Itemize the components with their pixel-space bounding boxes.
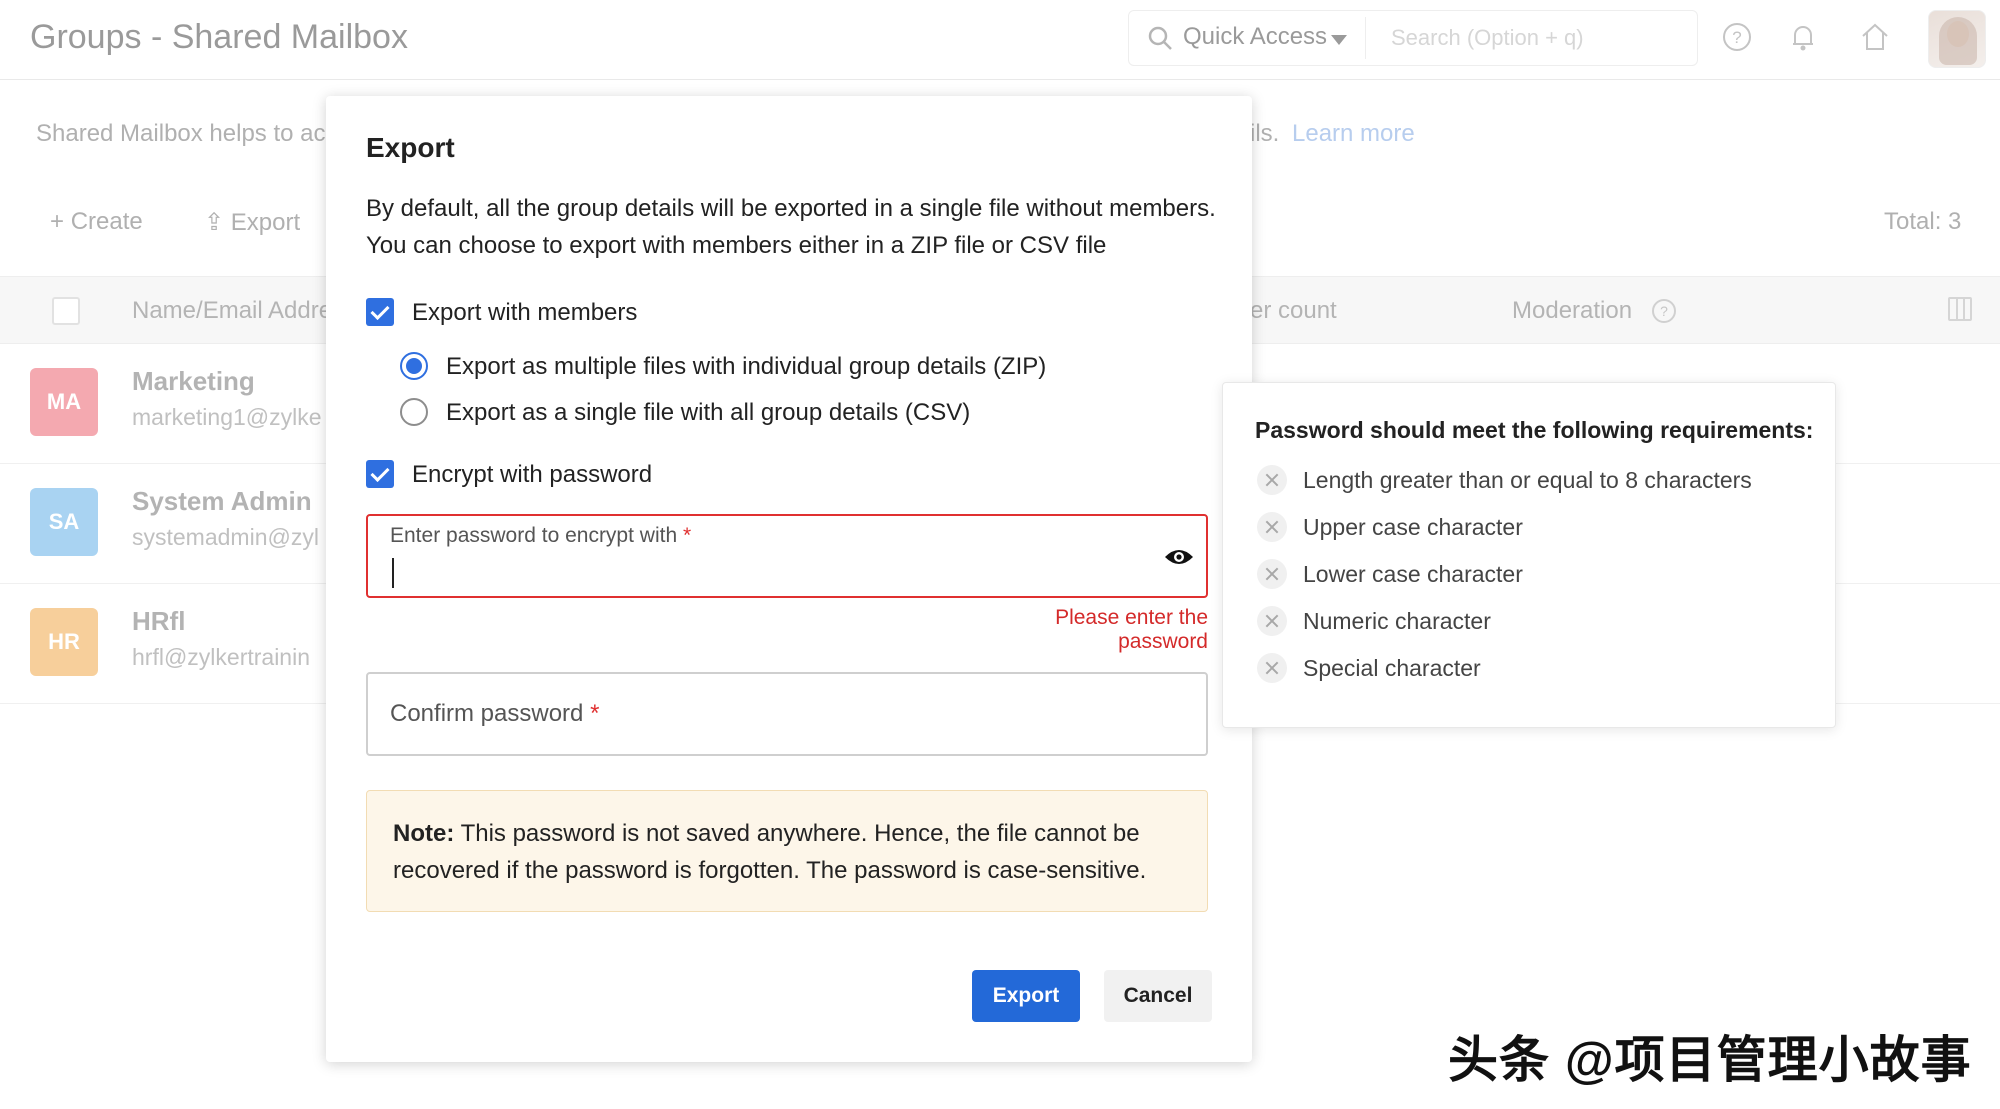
select-all-checkbox[interactable] [52,297,80,325]
dialog-description: By default, all the group details will b… [366,195,1216,259]
close-icon [1257,559,1287,589]
close-icon [1257,606,1287,636]
column-header-member-count[interactable]: er count [1250,297,1337,325]
learn-more-link[interactable]: Learn more [1292,120,1415,148]
group-email: hrfl@zylkertrainin [132,644,311,670]
export-label: Export [230,209,301,236]
avatar-face [1947,21,1969,47]
column-header-moderation[interactable]: Moderation [1512,297,1632,325]
text-cursor [392,558,394,588]
avatar: MA [30,368,98,436]
note-text: This password is not saved anywhere. Hen… [393,820,1147,884]
quick-access-label[interactable]: Quick Access [1183,23,1327,51]
export-with-members-checkbox[interactable] [366,298,394,326]
requirement-item: Lower case character [1257,557,1817,591]
close-icon [1257,512,1287,542]
home-icon[interactable] [1858,20,1892,54]
dialog-title: Export [366,132,455,163]
columns-icon[interactable] [1948,297,1972,321]
required-asterisk: * [682,524,692,547]
encrypt-password-checkbox[interactable] [366,460,394,488]
help-icon[interactable]: ? [1652,299,1676,323]
required-asterisk: * [590,700,600,727]
password-error-message: Please enter the password [1055,606,1208,653]
requirement-item: Special character [1257,651,1817,685]
top-bar: Groups - Shared Mailbox Quick Access Sea… [0,0,2000,80]
requirement-item: Numeric character [1257,604,1817,638]
close-icon [1257,653,1287,683]
upload-icon: ⇪ [204,209,231,236]
csv-option-label[interactable]: Export as a single file with all group d… [446,399,970,427]
group-name[interactable]: HRfl [132,606,185,637]
cancel-button[interactable]: Cancel [1104,970,1212,1022]
quick-access-bar[interactable]: Quick Access Search (Option + q) [1128,10,1698,66]
export-with-members-label[interactable]: Export with members [412,299,637,327]
confirm-password-field[interactable]: Confirm password * [366,672,1208,756]
user-avatar[interactable] [1928,10,1986,68]
eye-icon[interactable] [1164,546,1194,568]
column-header-name[interactable]: Name/Email Addre [132,297,332,325]
export-dialog: Export By default, all the group details… [326,96,1252,1062]
page-title: Groups - Shared Mailbox [30,18,408,56]
confirm-password-label: Confirm password * [390,700,599,728]
group-email: systemadmin@zyl [132,524,319,550]
chevron-down-icon[interactable] [1331,35,1347,45]
note-label: Note: [393,820,455,847]
password-note: Note: This password is not saved anywher… [366,790,1208,912]
close-icon [1257,465,1287,495]
requirement-text: Numeric character [1303,608,1491,634]
export-toolbar-button[interactable]: ⇪ Export [204,208,300,237]
group-email: marketing1@zylke [132,404,322,430]
confirm-label-text: Confirm password [390,700,584,727]
avatar: SA [30,488,98,556]
csv-option-radio[interactable] [400,398,428,426]
requirement-text: Length greater than or equal to 8 charac… [1303,467,1752,493]
search-icon [1148,26,1172,50]
divider [1365,17,1366,59]
requirement-text: Upper case character [1303,514,1523,540]
requirements-title: Password should meet the following requi… [1255,417,1814,443]
zip-option-label[interactable]: Export as multiple files with individual… [446,353,1046,381]
watermark: 头条 @项目管理小故事 [1448,1032,1972,1088]
zip-option-radio[interactable] [400,352,428,380]
password-field[interactable]: Enter password to encrypt with * [366,514,1208,598]
password-requirements-popover: Password should meet the following requi… [1222,382,1836,728]
create-button[interactable]: + Create [50,208,143,236]
requirement-text: Lower case character [1303,561,1523,587]
page-description: Shared Mailbox helps to acc [36,120,338,147]
page-description-tail: ils. [1250,120,1280,147]
svg-text:?: ? [1732,28,1741,47]
avatar: HR [30,608,98,676]
requirement-text: Special character [1303,655,1481,681]
help-icon[interactable]: ? [1720,20,1754,54]
create-label: Create [70,208,143,235]
requirement-item: Length greater than or equal to 8 charac… [1257,463,1817,497]
password-field-label: Enter password to encrypt with * [390,524,691,548]
password-label-text: Enter password to encrypt with [390,524,678,547]
group-name[interactable]: Marketing [132,366,255,397]
search-input[interactable]: Search (Option + q) [1391,25,1584,51]
bell-icon[interactable] [1786,20,1820,54]
export-button[interactable]: Export [972,970,1080,1022]
requirement-item: Upper case character [1257,510,1817,544]
encrypt-password-label[interactable]: Encrypt with password [412,461,652,489]
plus-icon: + [50,208,71,235]
total-count: Total: 3 [1884,208,1962,235]
group-name[interactable]: System Admin [132,486,312,517]
